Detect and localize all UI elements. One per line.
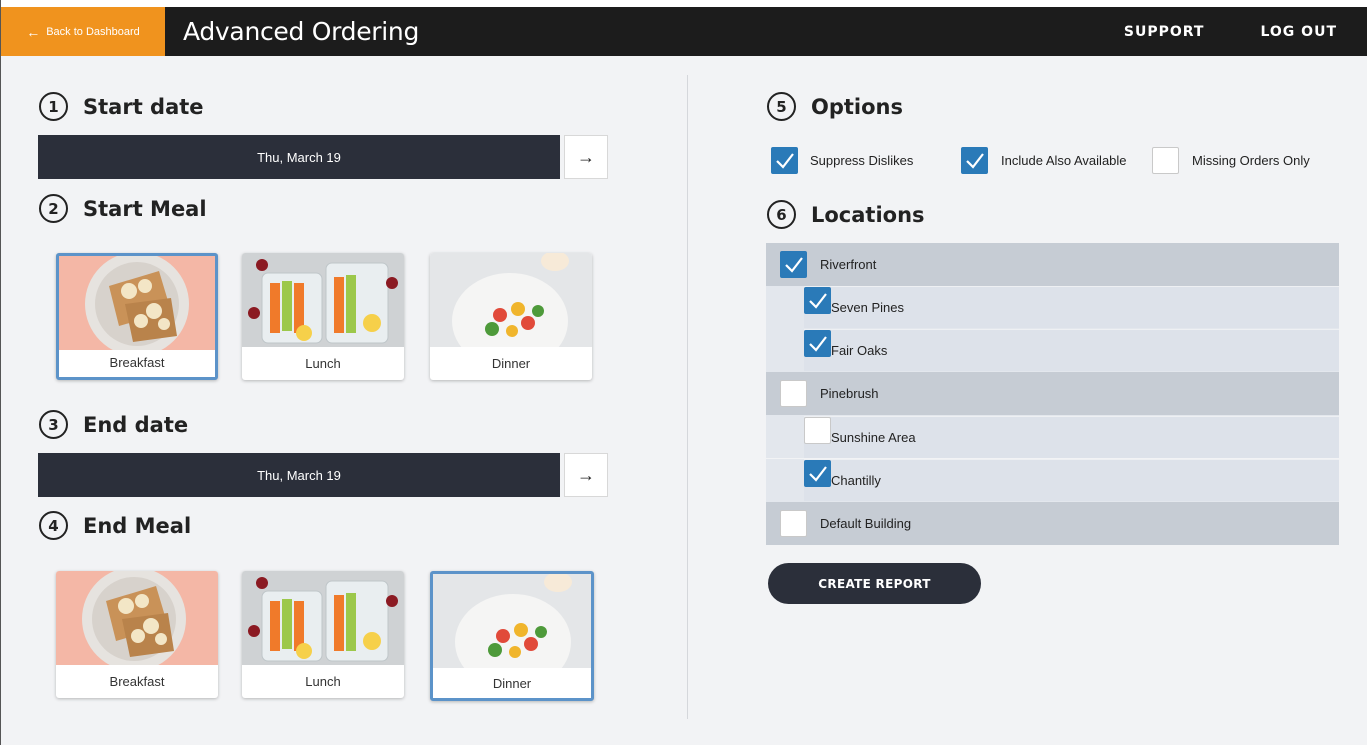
location-label: Riverfront (820, 257, 877, 272)
step-number: 3 (39, 410, 68, 439)
checkmark-icon (785, 257, 803, 273)
section-start-meal: 2 Start Meal (39, 194, 207, 223)
breakfast-image (59, 256, 215, 356)
option-label: Include Also Available (1001, 153, 1127, 168)
section-end-meal: 4 End Meal (39, 511, 191, 540)
checkmark-icon (776, 153, 794, 169)
suppress-dislikes-checkbox[interactable] (771, 147, 798, 174)
location-label: Default Building (820, 516, 912, 531)
lunch-image (242, 253, 404, 347)
location-checkbox[interactable] (780, 510, 807, 537)
end-date-next-button[interactable]: → (564, 453, 608, 497)
location-checkbox[interactable] (804, 287, 831, 314)
meal-label: Lunch (305, 356, 341, 371)
include-also-available-checkbox[interactable] (961, 147, 988, 174)
lunch-image (242, 571, 404, 665)
arrow-right-icon: → (577, 464, 595, 485)
end-meal-breakfast-card[interactable]: Breakfast (56, 571, 218, 698)
option-label: Missing Orders Only (1192, 153, 1310, 168)
meal-label: Dinner (492, 675, 532, 691)
checkmark-icon (809, 466, 827, 482)
top-bar: ← Back to Dashboard Advanced Ordering SU… (1, 7, 1367, 56)
start-date-picker[interactable]: Thu, March 19 (38, 135, 560, 179)
location-checkbox[interactable] (780, 380, 807, 407)
top-margin (1, 0, 1367, 7)
create-report-button[interactable]: CREATE REPORT (768, 563, 981, 604)
end-meal-lunch-card[interactable]: Lunch (242, 571, 404, 698)
support-link[interactable]: SUPPORT (1124, 24, 1205, 40)
checkmark-icon (809, 336, 827, 352)
option-label: Suppress Dislikes (810, 153, 914, 168)
start-meal-breakfast-card[interactable]: Breakfast (56, 253, 218, 380)
page-title: Advanced Ordering (183, 17, 420, 46)
location-label: Fair Oaks (831, 343, 888, 358)
arrow-right-icon: → (577, 146, 595, 167)
location-row-pinebrush[interactable]: Pinebrush (766, 372, 1339, 415)
checkmark-icon (966, 153, 984, 169)
section-end-date: 3 End date (39, 410, 188, 439)
section-title: End Meal (83, 513, 192, 538)
dinner-image (433, 574, 591, 690)
location-checkbox[interactable] (804, 460, 831, 487)
section-options: 5 Options (767, 92, 903, 121)
location-row-fair-oaks[interactable]: Fair Oaks (804, 329, 1339, 371)
section-title: End date (83, 412, 189, 437)
end-meal-dinner-card[interactable]: Dinner (430, 571, 594, 701)
step-number: 6 (767, 200, 796, 229)
step-number: 2 (39, 194, 68, 223)
meal-label: Breakfast (109, 354, 165, 370)
location-row-seven-pines[interactable]: Seven Pines (804, 286, 1339, 328)
location-checkbox[interactable] (804, 417, 831, 444)
column-divider (687, 75, 688, 719)
start-meal-lunch-card[interactable]: Lunch (242, 253, 404, 380)
location-row-chantilly[interactable]: Chantilly (804, 459, 1339, 501)
step-number: 4 (39, 511, 68, 540)
back-label: Back to Dashboard (46, 25, 140, 38)
breakfast-image (56, 571, 218, 671)
location-label: Seven Pines (831, 300, 904, 315)
section-title: Locations (811, 202, 925, 227)
location-checkbox[interactable] (804, 330, 831, 357)
section-locations: 6 Locations (767, 200, 925, 229)
location-row-default-building[interactable]: Default Building (766, 502, 1339, 545)
meal-label: Dinner (491, 356, 531, 371)
location-row-sunshine-area[interactable]: Sunshine Area (804, 416, 1339, 458)
location-row-riverfront[interactable]: Riverfront (766, 243, 1339, 286)
location-label: Chantilly (831, 473, 881, 488)
dinner-image (430, 253, 592, 369)
section-title: Start date (83, 94, 204, 119)
section-title: Options (811, 94, 903, 119)
start-date-next-button[interactable]: → (564, 135, 608, 179)
location-label: Pinebrush (820, 386, 879, 401)
back-to-dashboard-button[interactable]: ← Back to Dashboard (1, 7, 165, 56)
location-label: Sunshine Area (831, 430, 916, 445)
step-number: 5 (767, 92, 796, 121)
missing-orders-only-checkbox[interactable] (1152, 147, 1179, 174)
location-checkbox[interactable] (780, 251, 807, 278)
checkmark-icon (809, 293, 827, 309)
section-title: Start Meal (83, 196, 207, 221)
step-number: 1 (39, 92, 68, 121)
end-date-picker[interactable]: Thu, March 19 (38, 453, 560, 497)
meal-label: Breakfast (109, 674, 165, 689)
section-start-date: 1 Start date (39, 92, 204, 121)
start-meal-dinner-card[interactable]: Dinner (430, 253, 592, 380)
meal-label: Lunch (305, 674, 341, 689)
arrow-left-icon: ← (26, 23, 41, 40)
logout-link[interactable]: LOG OUT (1260, 24, 1337, 40)
